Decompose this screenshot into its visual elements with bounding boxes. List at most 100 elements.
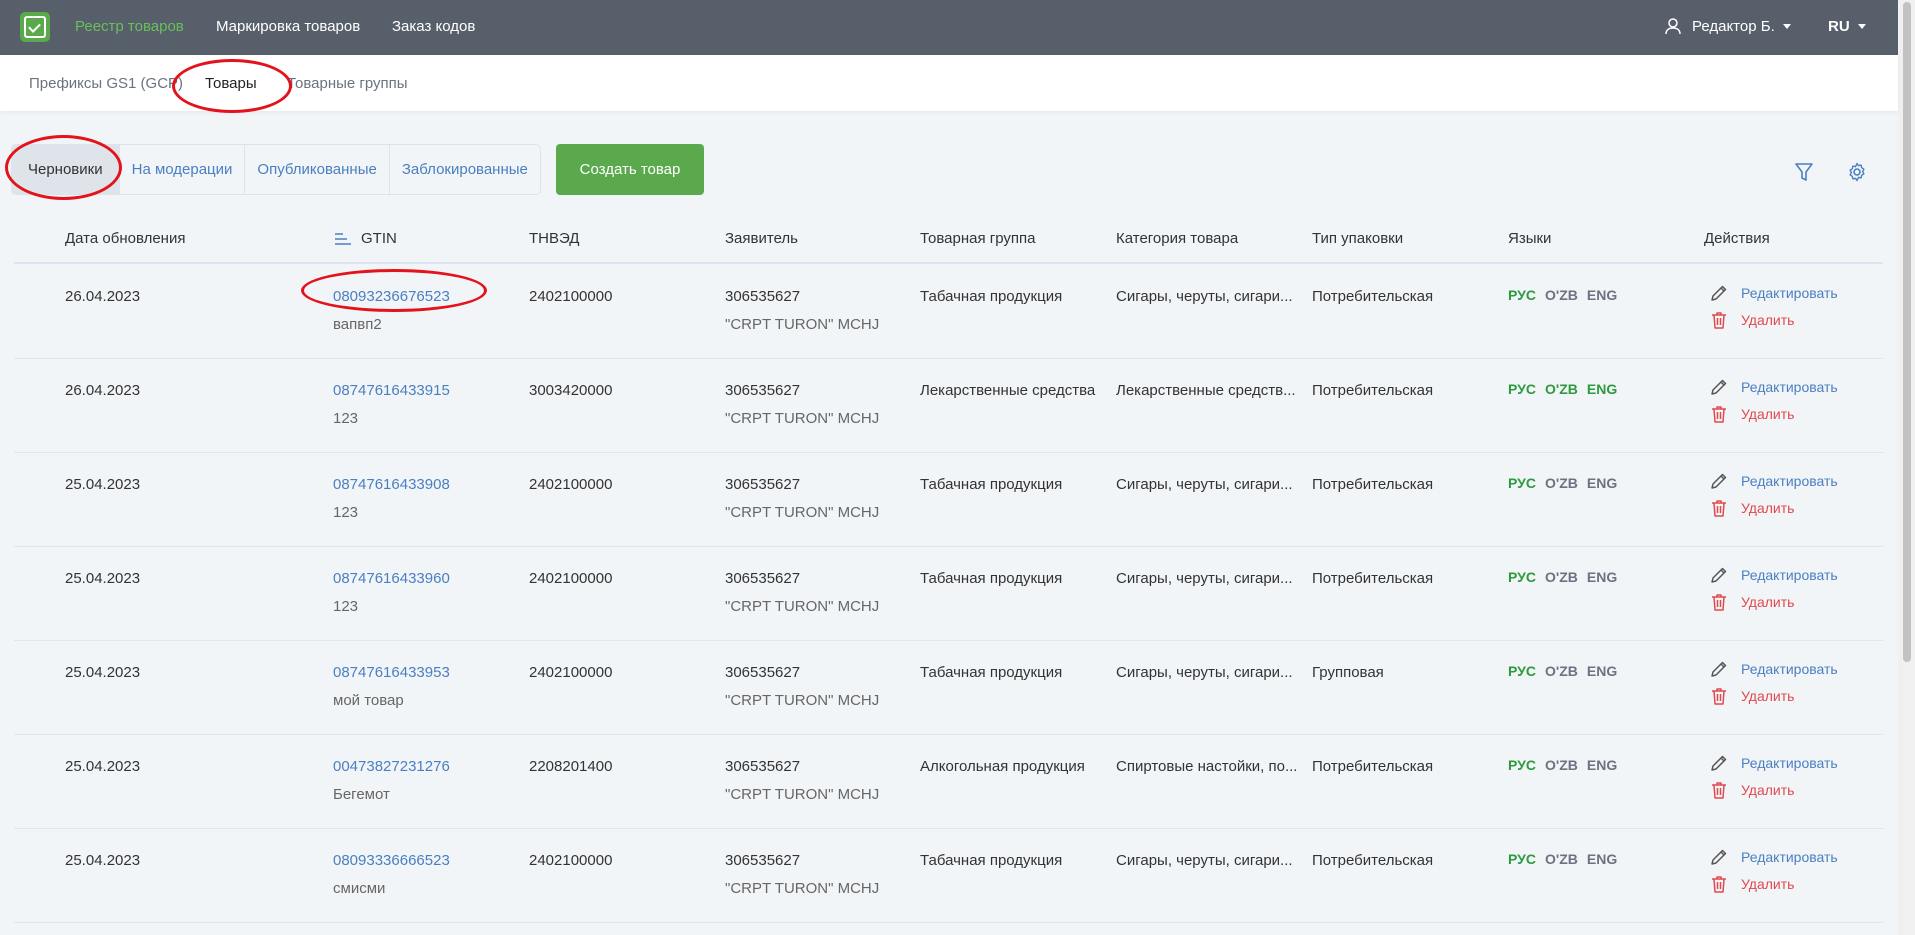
- date-cell: 25.04.2023: [65, 758, 141, 775]
- applicant-name: "CRPT TURON" MCHJ: [725, 316, 880, 333]
- tab-published[interactable]: Опубликованные: [245, 145, 390, 194]
- scrollbar-thumb[interactable]: [1903, 2, 1911, 662]
- product-name: 123: [333, 504, 359, 521]
- col-tnved[interactable]: ТНВЭД: [529, 230, 579, 247]
- languages-cell: РУС O'ZB ENG: [1508, 757, 1617, 773]
- package-type-cell: Потребительская: [1312, 852, 1434, 869]
- applicant-id: 306535627: [725, 664, 801, 681]
- edit-button[interactable]: Редактировать: [1709, 471, 1838, 491]
- app-logo-icon[interactable]: [20, 12, 50, 42]
- table-row: 25.04.2023 00473827231276 Бегемот 220820140…: [14, 735, 1883, 829]
- col-gtin[interactable]: GTIN: [361, 230, 397, 247]
- col-date[interactable]: Дата обновления: [65, 230, 185, 247]
- category-cell: Сигары, черуты, сигари...: [1116, 476, 1293, 493]
- nav-code-order[interactable]: Заказ кодов: [392, 18, 475, 35]
- col-languages[interactable]: Языки: [1508, 230, 1551, 247]
- edit-button[interactable]: Редактировать: [1709, 565, 1838, 585]
- lang-badge: ENG: [1586, 381, 1618, 397]
- trash-icon: [1712, 312, 1726, 329]
- tab-moderation[interactable]: На модерации: [120, 145, 246, 194]
- table-row: 26.04.2023 08093236676523 вапвп2 2402100000…: [14, 265, 1883, 359]
- delete-button[interactable]: Удалить: [1709, 592, 1794, 612]
- product-name: 123: [333, 598, 359, 615]
- trash-icon: [1712, 500, 1726, 517]
- product-name: мой товар: [333, 692, 404, 709]
- languages-cell: РУС O'ZB ENG: [1508, 663, 1617, 679]
- col-category[interactable]: Категория товара: [1116, 230, 1238, 247]
- edit-button[interactable]: Редактировать: [1709, 377, 1838, 397]
- filter-icon[interactable]: [1795, 162, 1813, 182]
- product-group-cell: Лекарственные средства: [920, 382, 1096, 399]
- tab-gs1-prefixes[interactable]: Префиксы GS1 (GCP): [29, 75, 183, 92]
- delete-button[interactable]: Удалить: [1709, 404, 1794, 424]
- delete-label: Удалить: [1741, 688, 1795, 704]
- lang-badge: РУС: [1508, 287, 1536, 303]
- applicant-id: 306535627: [725, 570, 801, 587]
- gtin-link[interactable]: 00473827231276: [333, 758, 450, 775]
- nav-product-marking[interactable]: Маркировка товаров: [216, 18, 360, 35]
- gtin-link[interactable]: 08747616433960: [333, 570, 450, 587]
- chevron-down-icon: [1857, 24, 1866, 29]
- delete-label: Удалить: [1741, 500, 1795, 516]
- user-menu[interactable]: Редактор Б.: [1664, 17, 1791, 35]
- pencil-icon: [1711, 285, 1727, 301]
- tab-drafts[interactable]: Черновики: [12, 145, 120, 194]
- edit-button[interactable]: Редактировать: [1709, 753, 1838, 773]
- gtin-link[interactable]: 08093336666523: [333, 852, 450, 869]
- trash-icon: [1712, 782, 1726, 799]
- date-cell: 26.04.2023: [65, 288, 141, 305]
- gear-icon[interactable]: [1847, 162, 1867, 182]
- language-label: RU: [1828, 18, 1850, 35]
- product-group-cell: Алкогольная продукция: [920, 758, 1085, 775]
- lang-badge: РУС: [1508, 851, 1536, 867]
- nav-product-registry[interactable]: Реестр товаров: [75, 18, 184, 35]
- product-name: вапвп2: [333, 316, 382, 333]
- col-applicant[interactable]: Заявитель: [725, 230, 798, 247]
- tab-product-groups[interactable]: Товарные группы: [287, 75, 408, 92]
- page-scrollbar[interactable]: [1898, 0, 1915, 935]
- gtin-link[interactable]: 08747616433915: [333, 382, 450, 399]
- lang-badge: O'ZB: [1544, 287, 1578, 303]
- delete-button[interactable]: Удалить: [1709, 686, 1794, 706]
- gtin-link[interactable]: 08747616433953: [333, 664, 450, 681]
- applicant-name: "CRPT TURON" MCHJ: [725, 880, 880, 897]
- delete-label: Удалить: [1741, 312, 1795, 328]
- product-name: Бегемот: [333, 786, 390, 803]
- applicant-name: "CRPT TURON" MCHJ: [725, 598, 880, 615]
- delete-button[interactable]: Удалить: [1709, 874, 1794, 894]
- tab-blocked[interactable]: Заблокированные: [390, 145, 540, 194]
- package-type-cell: Потребительская: [1312, 288, 1434, 305]
- pencil-icon: [1711, 849, 1727, 865]
- edit-label: Редактировать: [1741, 285, 1838, 301]
- category-cell: Спиртовые настойки, по...: [1116, 758, 1298, 775]
- language-selector[interactable]: RU: [1828, 18, 1866, 35]
- lang-badge: O'ZB: [1544, 475, 1578, 491]
- create-product-button[interactable]: Создать товар: [556, 144, 704, 195]
- col-package-type[interactable]: Тип упаковки: [1312, 230, 1403, 247]
- applicant-name: "CRPT TURON" MCHJ: [725, 410, 880, 427]
- date-cell: 25.04.2023: [65, 852, 141, 869]
- user-name: Редактор Б.: [1692, 17, 1775, 35]
- lang-badge: ENG: [1586, 851, 1618, 867]
- col-product-group[interactable]: Товарная группа: [920, 230, 1035, 247]
- tab-products[interactable]: Товары: [205, 75, 257, 92]
- sort-icon[interactable]: [334, 232, 352, 246]
- date-cell: 25.04.2023: [65, 570, 141, 587]
- tnved-cell: 2402100000: [529, 852, 613, 869]
- edit-button[interactable]: Редактировать: [1709, 659, 1838, 679]
- languages-cell: РУС O'ZB ENG: [1508, 475, 1617, 491]
- lang-badge: O'ZB: [1544, 757, 1578, 773]
- delete-button[interactable]: Удалить: [1709, 780, 1794, 800]
- pencil-icon: [1711, 755, 1727, 771]
- date-cell: 26.04.2023: [65, 382, 141, 399]
- applicant-id: 306535627: [725, 758, 801, 775]
- delete-button[interactable]: Удалить: [1709, 310, 1794, 330]
- delete-button[interactable]: Удалить: [1709, 498, 1794, 518]
- trash-icon: [1712, 594, 1726, 611]
- gtin-link[interactable]: 08093236676523: [333, 288, 450, 305]
- pencil-icon: [1711, 473, 1727, 489]
- product-name: смисми: [333, 880, 386, 897]
- edit-button[interactable]: Редактировать: [1709, 847, 1838, 867]
- gtin-link[interactable]: 08747616433908: [333, 476, 450, 493]
- edit-button[interactable]: Редактировать: [1709, 283, 1838, 303]
